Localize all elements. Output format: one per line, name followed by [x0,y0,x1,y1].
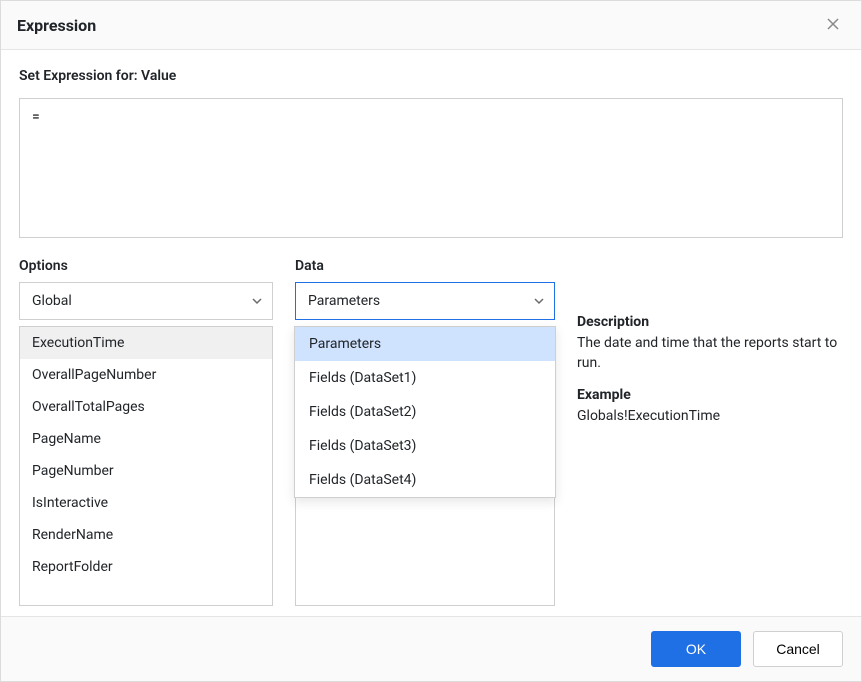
example-heading: Example [577,387,843,403]
dropdown-item[interactable]: Parameters [295,327,555,361]
titlebar: Expression [1,1,861,50]
options-select-value: Global [32,293,72,309]
ok-button[interactable]: OK [651,631,741,667]
options-listbox[interactable]: ExecutionTimeOverallPageNumberOverallTot… [19,326,273,606]
chevron-down-icon [250,294,264,308]
options-column: Options Global ExecutionTimeOverallPageN… [19,258,273,606]
dialog-footer: OK Cancel [1,616,861,681]
list-item[interactable]: ExecutionTime [20,327,272,359]
example-text: Globals!ExecutionTime [577,407,843,427]
cancel-button[interactable]: Cancel [753,631,843,667]
list-item[interactable]: PageName [20,423,272,455]
info-column: Description The date and time that the r… [577,258,843,606]
dropdown-item[interactable]: Fields (DataSet3) [295,429,555,463]
expression-input[interactable] [19,98,843,238]
data-dropdown[interactable]: ParametersFields (DataSet1)Fields (DataS… [294,326,556,498]
data-column: Data Parameters ParametersFields (DataSe… [295,258,555,606]
description-heading: Description [577,314,843,330]
data-select[interactable]: Parameters [295,282,555,320]
columns: Options Global ExecutionTimeOverallPageN… [19,258,843,606]
options-select[interactable]: Global [19,282,273,320]
chevron-down-icon [532,294,546,308]
options-label: Options [19,258,273,274]
dialog-body: Set Expression for: Value Options Global… [1,50,861,616]
expression-dialog: Expression Set Expression for: Value Opt… [0,0,862,682]
dropdown-item[interactable]: Fields (DataSet1) [295,361,555,395]
list-item[interactable]: OverallTotalPages [20,391,272,423]
list-item[interactable]: PageNumber [20,455,272,487]
data-label: Data [295,258,555,274]
dialog-title: Expression [17,16,96,35]
data-select-value: Parameters [308,293,380,309]
dropdown-item[interactable]: Fields (DataSet4) [295,463,555,497]
close-button[interactable] [821,13,845,37]
list-item[interactable]: ReportFolder [20,551,272,583]
list-item[interactable]: IsInteractive [20,487,272,519]
description-text: The date and time that the reports start… [577,334,843,373]
dropdown-item[interactable]: Fields (DataSet2) [295,395,555,429]
set-expression-for-label: Set Expression for: Value [19,68,843,84]
close-icon [827,18,839,33]
list-item[interactable]: RenderName [20,519,272,551]
list-item[interactable]: OverallPageNumber [20,359,272,391]
